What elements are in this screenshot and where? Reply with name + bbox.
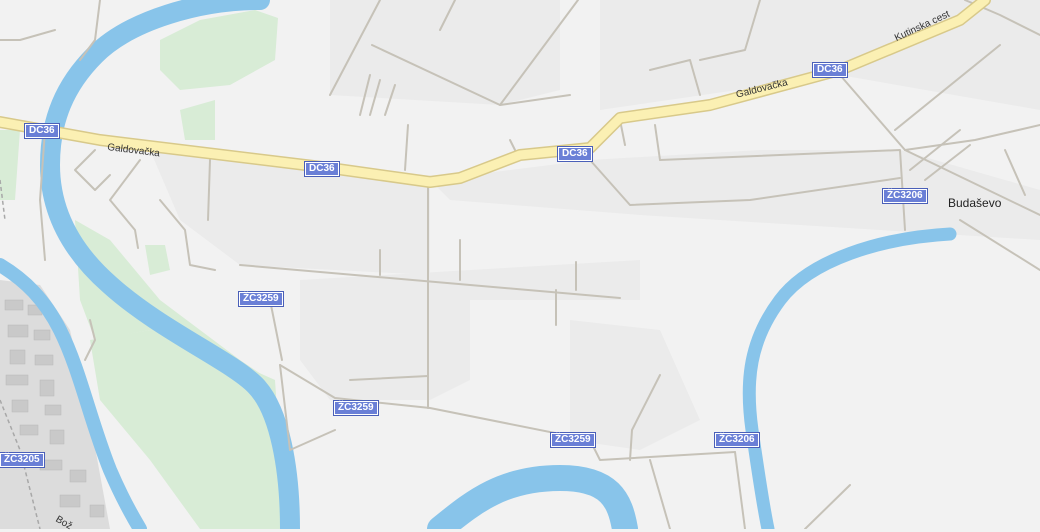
- road-shield-dc36: DC36: [25, 124, 59, 138]
- road-shield-dc36: DC36: [305, 162, 339, 176]
- road-shield-zc3206: ŽC3206: [715, 433, 759, 447]
- road-shield-zc3206: ŽC3206: [883, 189, 927, 203]
- road-shield-dc36: DC36: [813, 63, 847, 77]
- road-shield-zc3259: ŽC3259: [239, 292, 283, 306]
- road-shield-dc36: DC36: [558, 147, 592, 161]
- road-shield-zc3259: ŽC3259: [551, 433, 595, 447]
- place-label-budasevo: Budaševo: [948, 196, 1002, 210]
- map-canvas[interactable]: [0, 0, 1040, 529]
- road-shield-zc3259: ŽC3259: [334, 401, 378, 415]
- road-shield-zc3205: ŽC3205: [0, 453, 44, 467]
